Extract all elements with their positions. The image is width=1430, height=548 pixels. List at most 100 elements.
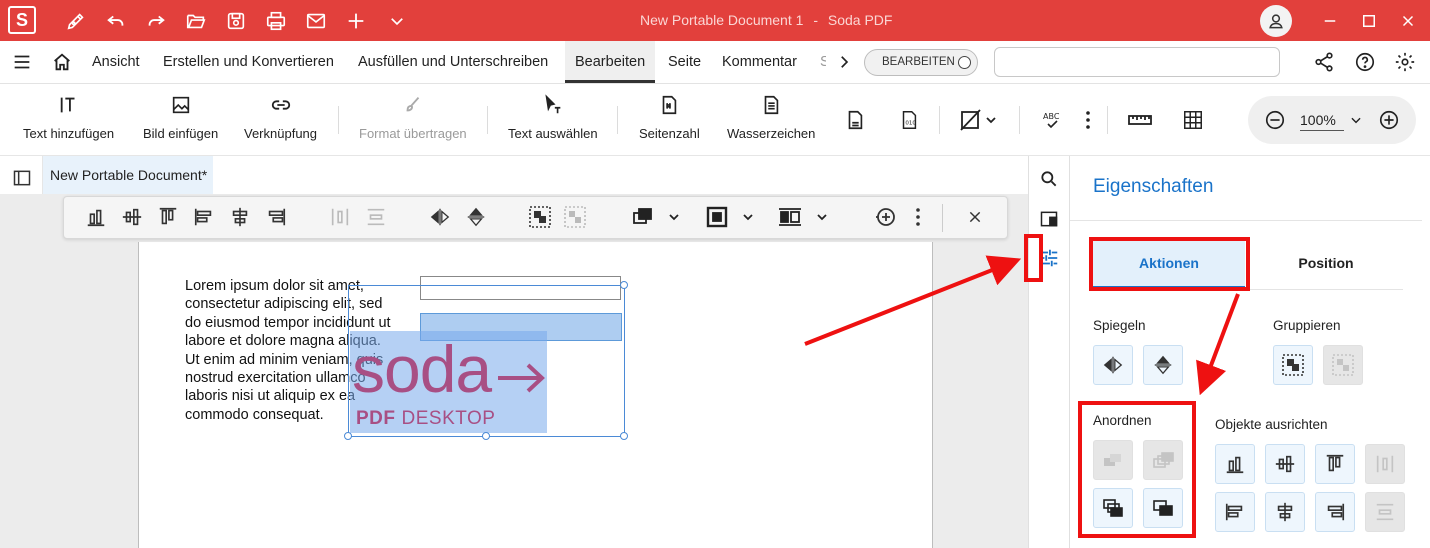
- save-icon[interactable]: [222, 7, 250, 35]
- close-window-icon[interactable]: [1394, 7, 1422, 35]
- ruler-icon[interactable]: [1127, 107, 1153, 133]
- soda-logo[interactable]: S: [8, 6, 36, 34]
- resize-handle[interactable]: [482, 432, 490, 440]
- panel-align-right-button[interactable]: [1315, 492, 1355, 532]
- zoom-chevron-down-icon[interactable]: [1346, 107, 1366, 133]
- select-text-button[interactable]: Text auswählen: [508, 84, 598, 156]
- add-circle-icon[interactable]: [874, 205, 898, 229]
- insert-image-button[interactable]: Bild einfügen: [143, 84, 218, 156]
- menu-seite[interactable]: Seite: [668, 41, 701, 83]
- menu-ausfuellen-unterschreiben[interactable]: Ausfüllen und Unterschreiben: [358, 41, 548, 83]
- panel-align-left-button[interactable]: [1215, 492, 1255, 532]
- resize-handle[interactable]: [344, 432, 352, 440]
- link-icon: [271, 100, 290, 110]
- menu-ansicht[interactable]: Ansicht: [92, 41, 140, 83]
- toolbar-divider: [939, 106, 940, 134]
- align-bottom-icon[interactable]: [84, 205, 108, 229]
- chevron-right-icon[interactable]: [830, 48, 858, 76]
- flip-vertical-icon[interactable]: [464, 205, 488, 229]
- pen-icon[interactable]: [62, 7, 90, 35]
- minimize-icon[interactable]: [1316, 7, 1344, 35]
- panel-align-top-button[interactable]: [1315, 444, 1355, 484]
- document-tab[interactable]: New Portable Document*: [43, 156, 213, 194]
- close-icon[interactable]: [963, 205, 987, 229]
- zoom-level-select[interactable]: 100%: [1300, 112, 1344, 131]
- bates-number-icon[interactable]: 010: [896, 107, 922, 133]
- print-icon[interactable]: [262, 7, 290, 35]
- tab-position[interactable]: Position: [1250, 241, 1402, 289]
- panel-align-center-button[interactable]: [1265, 492, 1305, 532]
- flip-horizontal-icon[interactable]: [428, 205, 452, 229]
- distribute-vertical-icon[interactable]: [364, 205, 388, 229]
- floating-more-icon[interactable]: [906, 205, 930, 229]
- new-document-plus-icon[interactable]: [342, 7, 370, 35]
- more-options-icon[interactable]: [1075, 107, 1101, 133]
- help-icon[interactable]: [1351, 48, 1379, 76]
- selection-bounding-box[interactable]: [348, 285, 625, 437]
- panel-distribute-vertical-button[interactable]: [1365, 492, 1405, 532]
- fill-color-dropdown-icon[interactable]: [703, 205, 759, 229]
- spell-check-icon[interactable]: ABC: [1040, 107, 1066, 133]
- watermark-button[interactable]: Wasserzeichen: [727, 84, 815, 156]
- zoom-out-icon[interactable]: [1262, 107, 1288, 133]
- edit-mode-label: BEARBEITEN: [882, 56, 955, 68]
- group-icon[interactable]: [528, 205, 552, 229]
- redact-dropdown-icon[interactable]: [958, 107, 998, 133]
- arrange-dropdown-icon[interactable]: [628, 205, 684, 229]
- mail-icon[interactable]: [302, 7, 330, 35]
- menu-erstellen-konvertieren[interactable]: Erstellen und Konvertieren: [163, 41, 334, 83]
- group-icon: [1282, 354, 1304, 376]
- distribute-horizontal-icon[interactable]: [328, 205, 352, 229]
- watermark-label: Wasserzeichen: [727, 126, 816, 141]
- svg-text:010: 010: [905, 121, 916, 127]
- add-text-button[interactable]: Text hinzufügen: [23, 84, 114, 156]
- distribute-horizontal-icon: [1376, 455, 1394, 473]
- home-icon[interactable]: [48, 48, 76, 76]
- page-number-button[interactable]: Seitenzahl: [639, 84, 700, 156]
- open-folder-icon[interactable]: [182, 7, 210, 35]
- insert-image-label: Bild einfügen: [143, 126, 219, 141]
- format-painter-button[interactable]: Format übertragen: [359, 84, 467, 156]
- zoom-in-icon[interactable]: [1376, 107, 1402, 133]
- ungroup-icon[interactable]: [563, 205, 587, 229]
- zoom-level-value: 100%: [1300, 112, 1336, 128]
- align-right-icon[interactable]: [264, 205, 288, 229]
- edit-toolbar: Text hinzufügen Bild einfügen Verknüpfun…: [0, 84, 1430, 156]
- format-painter-label: Format übertragen: [359, 126, 467, 141]
- edit-mode-toggle[interactable]: BEARBEITEN: [864, 49, 978, 76]
- align-bottom-icon: [1226, 456, 1244, 474]
- search-input[interactable]: [994, 47, 1280, 77]
- redo-icon[interactable]: [142, 7, 170, 35]
- ungroup-button[interactable]: [1323, 345, 1363, 385]
- align-vertical-center-icon[interactable]: [120, 205, 144, 229]
- panel-view-icon[interactable]: [1035, 205, 1063, 233]
- menu-overflow-partial[interactable]: S: [820, 41, 826, 83]
- panel-align-bottom-button[interactable]: [1215, 444, 1255, 484]
- align-top-icon[interactable]: [156, 205, 180, 229]
- menu-kommentar[interactable]: Kommentar: [722, 41, 797, 83]
- flip-vertical-button[interactable]: [1143, 345, 1183, 385]
- grid-icon[interactable]: [1180, 107, 1206, 133]
- header-footer-icon[interactable]: [842, 107, 868, 133]
- undo-icon[interactable]: [102, 7, 130, 35]
- group-button[interactable]: [1273, 345, 1313, 385]
- panel-toggle-icon[interactable]: [8, 164, 36, 192]
- hamburger-menu-icon[interactable]: [8, 48, 36, 76]
- align-left-icon[interactable]: [192, 205, 216, 229]
- search-document-icon[interactable]: [1035, 165, 1063, 193]
- border-style-dropdown-icon[interactable]: [776, 205, 832, 229]
- align-horizontal-center-icon[interactable]: [228, 205, 252, 229]
- chevron-down-icon[interactable]: [383, 7, 411, 35]
- settings-gear-icon[interactable]: [1391, 48, 1419, 76]
- panel-align-middle-button[interactable]: [1265, 444, 1305, 484]
- resize-handle[interactable]: [620, 432, 628, 440]
- flip-horizontal-button[interactable]: [1093, 345, 1133, 385]
- panel-distribute-horizontal-button[interactable]: [1365, 444, 1405, 484]
- maximize-icon[interactable]: [1355, 7, 1383, 35]
- user-avatar-icon[interactable]: [1260, 5, 1292, 37]
- link-button[interactable]: Verknüpfung: [244, 84, 317, 156]
- share-icon[interactable]: [1310, 48, 1338, 76]
- align-vertical-center-icon: [1275, 455, 1295, 473]
- menu-bearbeiten[interactable]: Bearbeiten: [565, 41, 656, 83]
- resize-handle[interactable]: [620, 281, 628, 289]
